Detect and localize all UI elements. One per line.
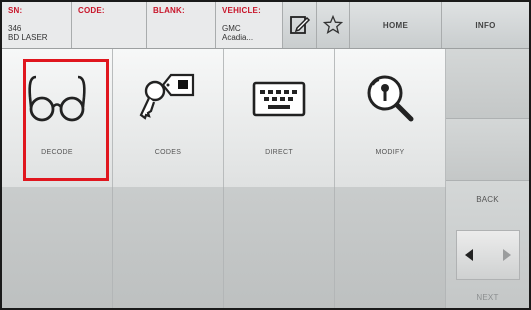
sn-label: SN: — [8, 6, 23, 15]
right-panel-top — [446, 49, 529, 119]
vehicle-value: GMC Acadia... — [222, 24, 253, 42]
back-label: BACK — [476, 195, 499, 204]
decode-selection-highlight — [23, 59, 109, 181]
home-button[interactable]: HOME — [350, 2, 442, 48]
header-bar: SN: 346 BD LASER CODE: BLANK: VEHICLE: G… — [2, 2, 529, 49]
empty-cell — [224, 187, 335, 308]
tile-codes[interactable]: CODES — [113, 49, 224, 187]
sn-value: 346 BD LASER — [8, 24, 48, 42]
sn-value-line2: BD LASER — [8, 33, 48, 42]
edit-note-icon — [289, 16, 310, 34]
vehicle-field: VEHICLE: GMC Acadia... — [216, 2, 283, 48]
sn-value-line1: 346 — [8, 24, 22, 33]
tile-direct[interactable]: DIRECT — [224, 49, 335, 187]
vehicle-label: VEHICLE: — [222, 6, 261, 15]
tile-codes-label: CODES — [154, 149, 182, 156]
blank-label: BLANK: — [153, 6, 185, 15]
info-button[interactable]: INFO — [442, 2, 529, 48]
pager-control — [456, 230, 520, 280]
empty-cell — [113, 187, 224, 308]
tile-modify-label: MODIFY — [375, 149, 405, 156]
info-label: INFO — [475, 20, 496, 30]
key-tag-icon — [113, 71, 223, 131]
favorite-button[interactable] — [317, 2, 350, 48]
empty-grid — [2, 187, 446, 308]
empty-cell — [335, 187, 446, 308]
right-panel-mid — [446, 119, 529, 181]
magnifier-key-icon — [335, 71, 445, 131]
arrow-left-icon[interactable] — [465, 249, 473, 261]
sn-field: SN: 346 BD LASER — [2, 2, 72, 48]
code-field: CODE: — [72, 2, 147, 48]
tile-direct-label: DIRECT — [265, 149, 293, 156]
home-label: HOME — [382, 20, 409, 30]
star-icon — [323, 15, 343, 35]
vehicle-value-line1: GMC — [222, 24, 241, 33]
next-label: NEXT — [476, 293, 499, 302]
code-label: CODE: — [78, 6, 105, 15]
screen: SN: 346 BD LASER CODE: BLANK: VEHICLE: G… — [2, 2, 529, 308]
vehicle-value-line2: Acadia... — [222, 33, 254, 42]
empty-cell — [2, 187, 113, 308]
blank-field: BLANK: — [147, 2, 216, 48]
keyboard-icon — [224, 71, 334, 131]
edit-button[interactable] — [283, 2, 317, 48]
arrow-right-icon[interactable] — [503, 249, 511, 261]
right-nav-column: BACK NEXT — [446, 49, 529, 308]
tile-modify[interactable]: MODIFY — [335, 49, 446, 187]
